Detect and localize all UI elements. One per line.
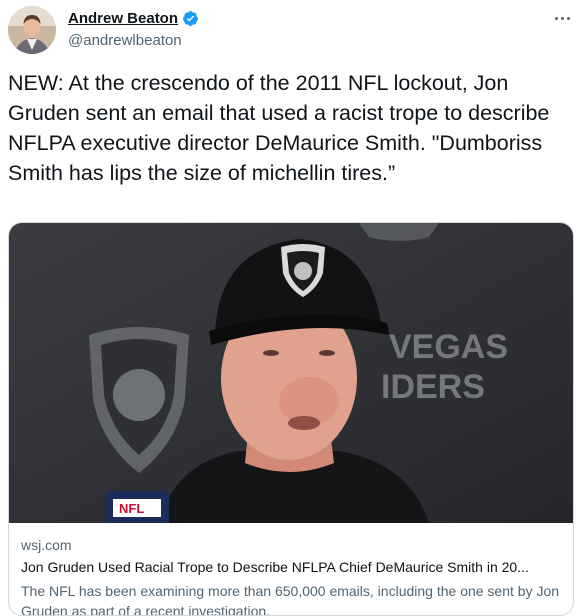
card-description: The NFL has been examining more than 650… — [21, 583, 560, 616]
tweet-text: NEW: At the crescendo of the 2011 NFL lo… — [8, 71, 550, 185]
dot — [566, 16, 570, 20]
card-headline[interactable]: Jon Gruden Used Racial Trope to Describe… — [21, 557, 561, 577]
card-image: VEGAS IDERS NFL — [9, 223, 573, 523]
verified-badge-icon — [183, 11, 198, 26]
card-meta: wsj.com Jon Gruden Used Racial Trope to … — [21, 533, 561, 616]
card-domain: wsj.com — [21, 537, 72, 553]
more-options-icon[interactable] — [548, 6, 576, 30]
dot — [560, 16, 564, 20]
link-card[interactable]: VEGAS IDERS NFL wsj.com Jon Gruden Used … — [8, 222, 574, 616]
article-photo-icon: VEGAS IDERS NFL — [9, 223, 573, 523]
author-display-name[interactable]: Andrew Beaton — [68, 10, 178, 27]
author-name-row: Andrew Beaton — [68, 10, 199, 27]
dot — [554, 16, 558, 20]
author-avatar[interactable] — [8, 6, 56, 54]
svg-text:NFL: NFL — [119, 501, 144, 516]
svg-text:IDERS: IDERS — [381, 368, 485, 406]
author-handle[interactable]: @andrewlbeaton — [68, 32, 182, 49]
svg-text:VEGAS: VEGAS — [389, 328, 508, 366]
profile-photo-icon — [8, 6, 56, 54]
